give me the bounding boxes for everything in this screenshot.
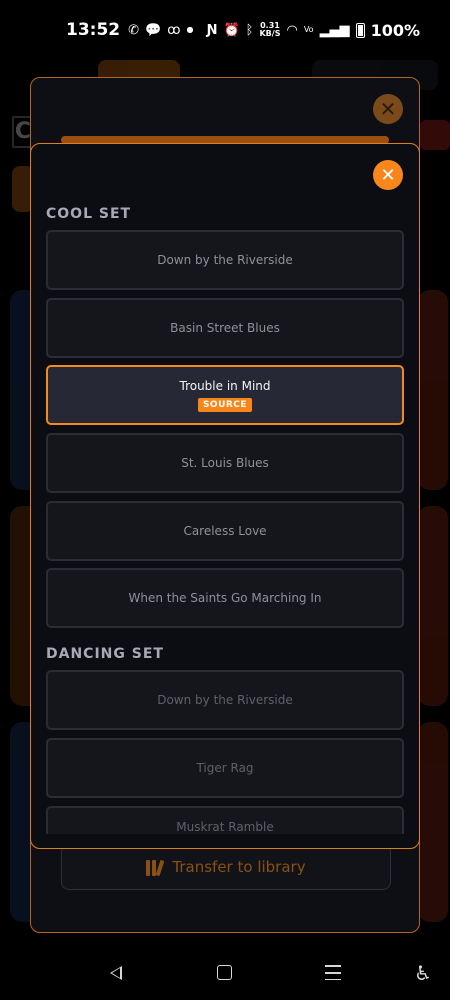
song-item[interactable]: Tiger Rag	[46, 738, 404, 798]
song-item[interactable]: St. Louis Blues	[46, 433, 404, 493]
status-time: 13:52	[66, 20, 121, 40]
song-item[interactable]: Muskrat Ramble	[46, 806, 404, 834]
song-title: Trouble in Mind	[179, 378, 271, 393]
close-icon[interactable]: ✕	[373, 160, 403, 190]
voicemail-icon: ꝏ	[167, 22, 181, 38]
song-title: Tiger Rag	[196, 761, 254, 775]
chat-icon: 💬	[145, 22, 162, 38]
background-red-button	[420, 120, 450, 150]
song-item-selected[interactable]: Trouble in Mind SOURCE	[46, 365, 404, 425]
library-icon	[146, 858, 165, 877]
dot-icon: ●	[186, 25, 194, 34]
song-title: Careless Love	[183, 524, 267, 538]
whatsapp-icon: ✆	[128, 22, 140, 38]
song-picker-modal: ✕ COOL SET Down by the Riverside Basin S…	[30, 143, 420, 849]
net-speed: 0.31 KB/S	[259, 22, 280, 38]
status-bar: 13:52 ✆ 💬 ꝏ ● Ɲ ⏰ ᛒ 0.31 KB/S ◠ Vo ▂▄▆ 1…	[0, 0, 450, 60]
song-title: Down by the Riverside	[157, 253, 293, 267]
song-title: Down by the Riverside	[157, 693, 293, 707]
volte-icon: Vo	[303, 25, 314, 34]
bluetooth-icon: ᛒ	[245, 22, 254, 38]
home-icon[interactable]	[217, 965, 232, 980]
set-heading: COOL SET	[46, 206, 132, 222]
system-icons: Ɲ ⏰ ᛒ 0.31 KB/S ◠ Vo ▂▄▆ 100%	[207, 21, 420, 40]
nfc-icon: Ɲ	[206, 22, 218, 38]
source-badge: SOURCE	[197, 397, 253, 412]
back-icon[interactable]	[110, 966, 122, 980]
alarm-icon: ⏰	[223, 22, 240, 38]
net-speed-unit: KB/S	[259, 29, 281, 38]
song-title: When the Saints Go Marching In	[128, 591, 322, 605]
song-item[interactable]: Down by the Riverside	[46, 230, 404, 290]
song-title: Basin Street Blues	[170, 321, 280, 335]
song-title: Muskrat Ramble	[176, 820, 274, 834]
battery-icon	[355, 22, 365, 38]
battery-percent: 100%	[370, 20, 420, 40]
transfer-button-label: Transfer to library	[172, 858, 306, 876]
background-card	[418, 722, 448, 922]
background-card	[418, 290, 448, 490]
song-title: St. Louis Blues	[181, 456, 269, 470]
set-heading: DANCING SET	[46, 646, 164, 662]
transfer-to-library-button[interactable]: Transfer to library	[61, 844, 391, 890]
recents-icon[interactable]	[325, 965, 341, 981]
song-item[interactable]: When the Saints Go Marching In	[46, 568, 404, 628]
song-item[interactable]: Basin Street Blues	[46, 298, 404, 358]
wifi-icon: ◠	[286, 22, 298, 38]
accessibility-icon[interactable]: ♿	[414, 962, 432, 984]
signal-icon: ▂▄▆	[319, 22, 350, 38]
background-card	[418, 506, 448, 706]
song-list-scroll-area[interactable]: COOL SET Down by the Riverside Basin Str…	[31, 200, 419, 834]
back-dialog-close-icon[interactable]: ✕	[373, 94, 403, 124]
navigation-bar: ♿	[0, 950, 450, 1000]
song-item[interactable]: Careless Love	[46, 501, 404, 561]
song-item[interactable]: Down by the Riverside	[46, 670, 404, 730]
notification-icons: ✆ 💬 ꝏ ●	[128, 24, 193, 37]
